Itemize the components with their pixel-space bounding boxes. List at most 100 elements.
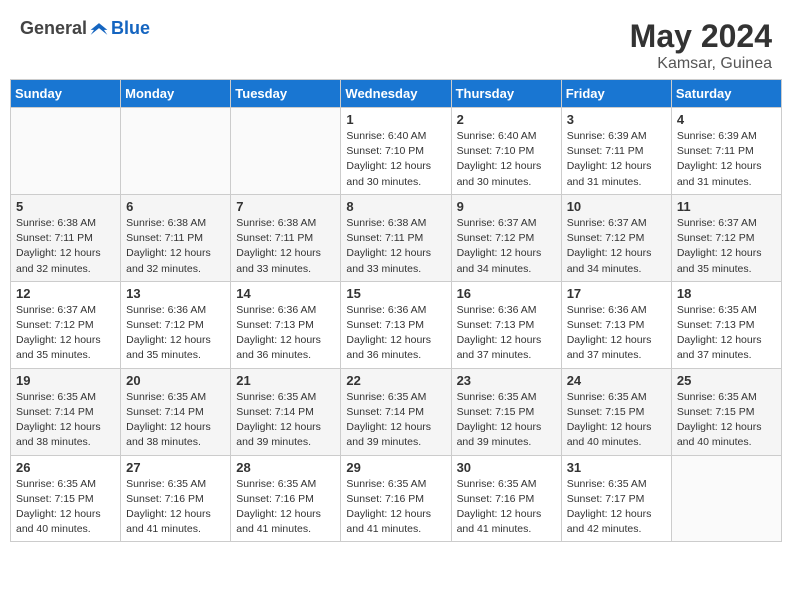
calendar-cell: 10 Sunrise: 6:37 AMSunset: 7:12 PMDayligh…	[561, 194, 671, 281]
calendar-cell: 6 Sunrise: 6:38 AMSunset: 7:11 PMDaylight…	[121, 194, 231, 281]
calendar-cell: 27 Sunrise: 6:35 AMSunset: 7:16 PMDayligh…	[121, 455, 231, 542]
calendar-cell: 3 Sunrise: 6:39 AMSunset: 7:11 PMDaylight…	[561, 108, 671, 195]
calendar-cell: 4 Sunrise: 6:39 AMSunset: 7:11 PMDaylight…	[671, 108, 781, 195]
day-number: 19	[16, 373, 115, 388]
day-number: 14	[236, 286, 335, 301]
calendar-cell: 7 Sunrise: 6:38 AMSunset: 7:11 PMDaylight…	[231, 194, 341, 281]
month-year-title: May 2024	[630, 18, 772, 55]
day-number: 17	[567, 286, 666, 301]
calendar-cell: 26 Sunrise: 6:35 AMSunset: 7:15 PMDayligh…	[11, 455, 121, 542]
day-info: Sunrise: 6:35 AMSunset: 7:16 PMDaylight:…	[126, 477, 225, 538]
day-number: 6	[126, 199, 225, 214]
calendar-cell: 25Sunrise: 6:35 AMSunset: 7:15 PMDayligh…	[671, 368, 781, 455]
day-number: 22	[346, 373, 445, 388]
calendar-week-3: 12 Sunrise: 6:37 AMSunset: 7:12 PMDayligh…	[11, 281, 782, 368]
weekday-thursday: Thursday	[451, 80, 561, 108]
day-info: Sunrise: 6:35 AMSunset: 7:15 PMDaylight:…	[677, 390, 776, 451]
calendar-cell: 1Sunrise: 6:40 AMSunset: 7:10 PMDaylight…	[341, 108, 451, 195]
day-info: Sunrise: 6:39 AMSunset: 7:11 PMDaylight:…	[677, 129, 776, 190]
day-info: Sunrise: 6:35 AMSunset: 7:14 PMDaylight:…	[236, 390, 335, 451]
weekday-monday: Monday	[121, 80, 231, 108]
day-number: 27	[126, 460, 225, 475]
calendar-week-2: 5Sunrise: 6:38 AMSunset: 7:11 PMDaylight…	[11, 194, 782, 281]
day-number: 26	[16, 460, 115, 475]
title-block: May 2024 Kamsar, Guinea	[630, 18, 772, 73]
day-info: Sunrise: 6:36 AMSunset: 7:13 PMDaylight:…	[236, 303, 335, 364]
calendar-cell	[121, 108, 231, 195]
day-info: Sunrise: 6:35 AMSunset: 7:14 PMDaylight:…	[16, 390, 115, 451]
day-number: 4	[677, 112, 776, 127]
day-info: Sunrise: 6:37 AMSunset: 7:12 PMDaylight:…	[677, 216, 776, 277]
weekday-sunday: Sunday	[11, 80, 121, 108]
logo-blue: Blue	[111, 18, 150, 38]
calendar-body: 1 Sunrise: 6:40 AMSunset: 7:10 PMDaylight…	[11, 108, 782, 542]
calendar-cell: 29 Sunrise: 6:35 AMSunset: 7:16 PMDayligh…	[341, 455, 451, 542]
day-number: 29	[346, 460, 445, 475]
day-info: Sunrise: 6:39 AMSunset: 7:11 PMDaylight:…	[567, 129, 666, 190]
day-number: 2	[457, 112, 556, 127]
day-number: 8	[346, 199, 445, 214]
day-number: 12	[16, 286, 115, 301]
location-subtitle: Kamsar, Guinea	[630, 55, 772, 73]
day-number: 23	[457, 373, 556, 388]
day-number: 9	[457, 199, 556, 214]
day-info: Sunrise: 6:35 AMSunset: 7:15 PMDaylight:…	[457, 390, 556, 451]
day-info: Sunrise: 6:35 AMSunset: 7:16 PMDaylight:…	[346, 477, 445, 538]
calendar-cell: 28 Sunrise: 6:35 AMSunset: 7:16 PMDayligh…	[231, 455, 341, 542]
calendar-cell: 2 Sunrise: 6:40 AMSunset: 7:10 PMDaylight…	[451, 108, 561, 195]
day-info: Sunrise: 6:37 AMSunset: 7:12 PMDaylight:…	[457, 216, 556, 277]
calendar-cell: 16Sunrise: 6:36 AMSunset: 7:13 PMDayligh…	[451, 281, 561, 368]
calendar-cell: 18Sunrise: 6:35 AMSunset: 7:13 PMDayligh…	[671, 281, 781, 368]
day-number: 10	[567, 199, 666, 214]
day-info: Sunrise: 6:35 AMSunset: 7:16 PMDaylight:…	[457, 477, 556, 538]
day-info: Sunrise: 6:38 AMSunset: 7:11 PMDaylight:…	[346, 216, 445, 277]
calendar-cell: 17Sunrise: 6:36 AMSunset: 7:13 PMDayligh…	[561, 281, 671, 368]
calendar-cell: 13Sunrise: 6:36 AMSunset: 7:12 PMDayligh…	[121, 281, 231, 368]
day-number: 28	[236, 460, 335, 475]
day-number: 3	[567, 112, 666, 127]
day-number: 11	[677, 199, 776, 214]
day-info: Sunrise: 6:35 AMSunset: 7:17 PMDaylight:…	[567, 477, 666, 538]
day-info: Sunrise: 6:37 AMSunset: 7:12 PMDaylight:…	[16, 303, 115, 364]
day-info: Sunrise: 6:37 AMSunset: 7:12 PMDaylight:…	[567, 216, 666, 277]
weekday-tuesday: Tuesday	[231, 80, 341, 108]
day-number: 15	[346, 286, 445, 301]
calendar-week-5: 26 Sunrise: 6:35 AMSunset: 7:15 PMDayligh…	[11, 455, 782, 542]
day-number: 13	[126, 286, 225, 301]
day-info: Sunrise: 6:35 AMSunset: 7:15 PMDaylight:…	[567, 390, 666, 451]
day-info: Sunrise: 6:38 AMSunset: 7:11 PMDaylight:…	[236, 216, 335, 277]
calendar-cell: 31 Sunrise: 6:35 AMSunset: 7:17 PMDayligh…	[561, 455, 671, 542]
calendar-cell: 15 Sunrise: 6:36 AMSunset: 7:13 PMDayligh…	[341, 281, 451, 368]
calendar-week-4: 19 Sunrise: 6:35 AMSunset: 7:14 PMDayligh…	[11, 368, 782, 455]
calendar-cell: 20 Sunrise: 6:35 AMSunset: 7:14 PMDayligh…	[121, 368, 231, 455]
calendar-cell: 12 Sunrise: 6:37 AMSunset: 7:12 PMDayligh…	[11, 281, 121, 368]
day-number: 31	[567, 460, 666, 475]
day-number: 1	[346, 112, 445, 127]
calendar-week-1: 1 Sunrise: 6:40 AMSunset: 7:10 PMDaylight…	[11, 108, 782, 195]
day-number: 30	[457, 460, 556, 475]
logo-bird-icon	[89, 19, 109, 39]
calendar-cell: 11 Sunrise: 6:37 AMSunset: 7:12 PMDayligh…	[671, 194, 781, 281]
day-info: Sunrise: 6:35 AMSunset: 7:16 PMDaylight:…	[236, 477, 335, 538]
day-number: 20	[126, 373, 225, 388]
calendar-cell: 5Sunrise: 6:38 AMSunset: 7:11 PMDaylight…	[11, 194, 121, 281]
weekday-header-row: SundayMondayTuesdayWednesdayThursdayFrid…	[11, 80, 782, 108]
day-info: Sunrise: 6:35 AMSunset: 7:15 PMDaylight:…	[16, 477, 115, 538]
calendar-cell: 8 Sunrise: 6:38 AMSunset: 7:11 PMDaylight…	[341, 194, 451, 281]
calendar-cell	[671, 455, 781, 542]
day-info: Sunrise: 6:35 AMSunset: 7:13 PMDaylight:…	[677, 303, 776, 364]
day-info: Sunrise: 6:40 AMSunset: 7:10 PMDaylight:…	[457, 129, 556, 190]
day-number: 24	[567, 373, 666, 388]
day-info: Sunrise: 6:38 AMSunset: 7:11 PMDaylight:…	[16, 216, 115, 277]
calendar-cell	[231, 108, 341, 195]
calendar-cell: 23 Sunrise: 6:35 AMSunset: 7:15 PMDayligh…	[451, 368, 561, 455]
day-info: Sunrise: 6:38 AMSunset: 7:11 PMDaylight:…	[126, 216, 225, 277]
day-info: Sunrise: 6:36 AMSunset: 7:13 PMDaylight:…	[346, 303, 445, 364]
weekday-friday: Friday	[561, 80, 671, 108]
page-header: General Blue May 2024 Kamsar, Guinea	[10, 10, 782, 79]
calendar-cell: 9 Sunrise: 6:37 AMSunset: 7:12 PMDaylight…	[451, 194, 561, 281]
day-number: 21	[236, 373, 335, 388]
day-number: 7	[236, 199, 335, 214]
calendar-cell: 21 Sunrise: 6:35 AMSunset: 7:14 PMDayligh…	[231, 368, 341, 455]
day-info: Sunrise: 6:35 AMSunset: 7:14 PMDaylight:…	[126, 390, 225, 451]
